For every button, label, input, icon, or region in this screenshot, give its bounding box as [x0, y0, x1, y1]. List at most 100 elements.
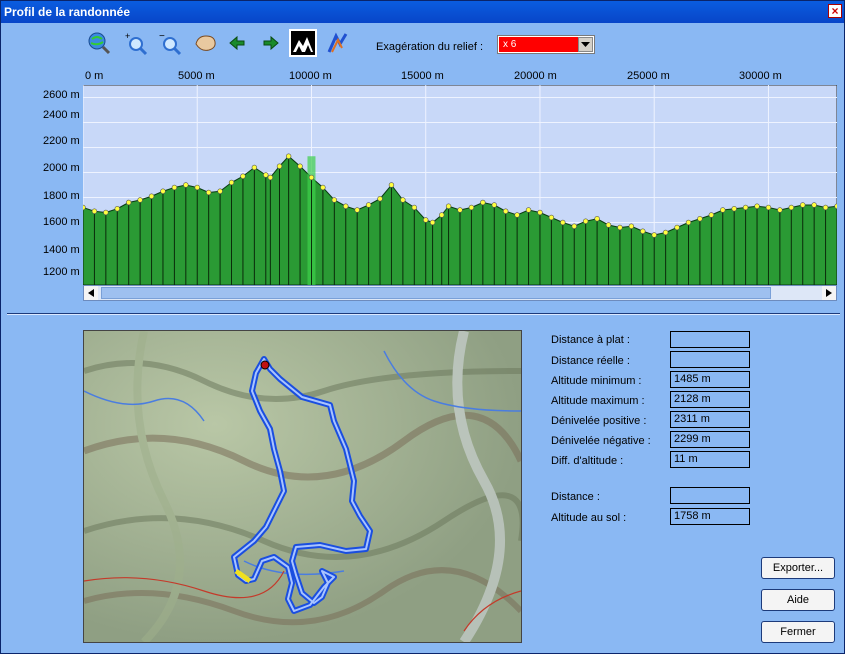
x-tick-label: 25000 m — [627, 70, 670, 82]
profile-point — [365, 202, 372, 208]
profile-point — [276, 163, 283, 169]
profile-point — [183, 182, 189, 188]
profile-point — [628, 223, 635, 229]
profile-point — [331, 197, 338, 203]
globe-zoom-icon[interactable] — [85, 29, 113, 57]
profile-point — [160, 188, 166, 194]
scrollbar-thumb[interactable] — [101, 287, 771, 299]
profile-point — [548, 214, 555, 221]
close-window-button[interactable]: × — [828, 4, 842, 18]
profile-point — [429, 219, 436, 226]
profile-point — [800, 202, 806, 208]
distance-flat-label: Distance à plat : — [551, 334, 630, 346]
profile-point — [217, 188, 223, 194]
altitude-diff-label: Diff. d'altitude : — [551, 455, 624, 467]
profile-point — [731, 206, 737, 212]
profile-point — [605, 222, 612, 228]
zoom-in-icon[interactable]: + — [121, 29, 149, 57]
profile-point — [125, 199, 132, 206]
profile-point — [148, 193, 155, 199]
profile-point — [411, 204, 418, 211]
export-button[interactable]: Exporter... — [761, 557, 835, 579]
profile-point — [297, 163, 303, 169]
profile-point — [308, 174, 315, 181]
y-tick-label: 2000 m — [43, 162, 80, 174]
elevation-gain-label: Dénivelée positive : — [551, 415, 647, 427]
profile-point — [468, 204, 475, 211]
profile-point — [423, 217, 429, 223]
elevation-gain-value: 2311 m — [670, 411, 750, 428]
profile-point — [582, 218, 589, 224]
y-tick-label: 2400 m — [43, 109, 80, 121]
pan-hand-icon[interactable] — [191, 29, 219, 57]
cursor-distance-value — [670, 487, 750, 504]
profile-point — [685, 219, 692, 226]
close-button[interactable]: Fermer — [761, 621, 835, 643]
profile-point — [640, 228, 646, 234]
profile-point — [594, 216, 600, 222]
profile-point — [114, 206, 120, 212]
profile-point — [103, 209, 109, 216]
profile-point — [91, 208, 98, 214]
profile-point — [228, 179, 235, 186]
scroll-right-icon[interactable] — [822, 286, 836, 300]
x-tick-label: 20000 m — [514, 70, 557, 82]
route-profile-icon[interactable] — [325, 29, 353, 57]
profile-point — [674, 224, 680, 231]
profile-point — [560, 219, 566, 226]
distance-real-value — [670, 351, 750, 368]
profile-point — [388, 182, 395, 188]
arrow-left-icon[interactable] — [223, 29, 251, 57]
profile-point — [240, 173, 246, 179]
zoom-out-icon[interactable]: − — [155, 29, 183, 57]
profile-point — [83, 204, 86, 211]
profile-point — [697, 216, 703, 222]
help-button[interactable]: Aide — [761, 589, 835, 611]
y-tick-label: 2600 m — [43, 89, 80, 101]
profile-point — [457, 207, 463, 213]
profile-point — [777, 207, 783, 213]
profile-point — [137, 197, 143, 203]
exaggeration-select[interactable]: x 6 — [497, 35, 595, 54]
exaggeration-label: Exagération du relief : — [376, 41, 484, 53]
profile-point — [788, 204, 795, 211]
route-map[interactable] — [83, 330, 522, 643]
profile-point — [617, 224, 623, 231]
divider — [7, 313, 840, 315]
profile-point — [514, 212, 520, 218]
profile-point — [285, 153, 292, 159]
profile-point — [171, 184, 178, 191]
altitude-min-label: Altitude minimum : — [551, 375, 642, 387]
profile-point — [205, 189, 212, 196]
y-tick-label: 1200 m — [43, 266, 80, 278]
x-tick-label: 30000 m — [739, 70, 782, 82]
elevation-profile-chart[interactable] — [83, 85, 837, 285]
cursor-altitude-value: 1758 m — [670, 508, 750, 525]
profile-point — [651, 232, 657, 238]
arrow-right-icon[interactable] — [257, 29, 285, 57]
profile-point — [822, 204, 829, 211]
distance-flat-value — [670, 331, 750, 348]
chevron-down-icon[interactable] — [578, 37, 593, 52]
profile-point — [811, 202, 817, 208]
profile-point — [708, 212, 715, 218]
relief-view-icon[interactable] — [289, 29, 317, 57]
y-tick-label: 1800 m — [43, 190, 80, 202]
x-tick-label: 0 m — [85, 70, 104, 82]
title-bar: Profil de la randonnée × — [1, 1, 844, 23]
profile-point — [742, 204, 749, 211]
profile-point — [662, 229, 669, 236]
profile-point — [377, 196, 383, 202]
profile-point — [445, 203, 452, 209]
elevation-loss-value: 2299 m — [670, 431, 750, 448]
profile-point — [754, 203, 760, 209]
scroll-left-icon[interactable] — [84, 286, 98, 300]
profile-point — [194, 184, 200, 191]
profile-point — [765, 204, 772, 211]
altitude-diff-value: 11 m — [670, 451, 750, 468]
profile-scrollbar[interactable] — [83, 285, 837, 301]
profile-point — [267, 174, 274, 181]
profile-point — [502, 208, 509, 214]
altitude-max-label: Altitude maximum : — [551, 395, 645, 407]
window-title: Profil de la randonnée — [4, 5, 131, 19]
